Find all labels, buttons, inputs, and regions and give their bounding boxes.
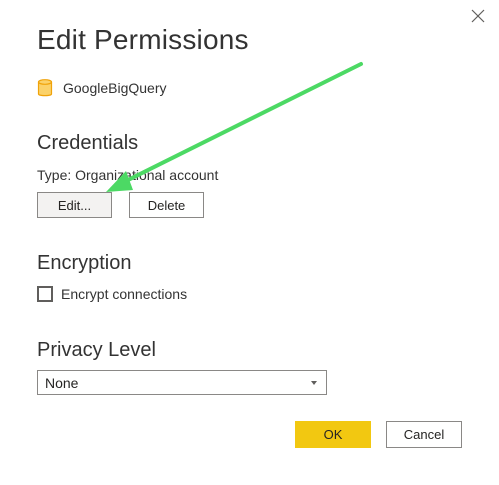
data-source-row: GoogleBigQuery [37, 77, 167, 99]
close-icon[interactable] [468, 6, 488, 26]
database-icon [37, 79, 53, 97]
ok-button[interactable]: OK [295, 421, 371, 448]
encrypt-connections-label: Encrypt connections [61, 286, 188, 302]
cancel-button[interactable]: Cancel [386, 421, 462, 448]
delete-credentials-button[interactable]: Delete [129, 192, 204, 218]
encryption-heading: Encryption [37, 252, 132, 274]
chevron-down-icon [311, 381, 317, 385]
data-source-name: GoogleBigQuery [63, 80, 167, 96]
privacy-level-value: None [45, 374, 79, 391]
encrypt-connections-checkbox[interactable] [37, 286, 53, 302]
edit-credentials-button[interactable]: Edit... [37, 192, 112, 218]
credential-type-text: Type: Organizational account [37, 167, 219, 183]
privacy-level-heading: Privacy Level [37, 339, 156, 361]
credentials-heading: Credentials [37, 132, 139, 154]
encrypt-connections-row[interactable]: Encrypt connections [37, 285, 187, 303]
annotation-arrow [106, 62, 363, 192]
edit-permissions-dialog: Edit Permissions GoogleBigQuery Credenti… [0, 0, 499, 485]
privacy-level-dropdown[interactable]: None [37, 370, 327, 395]
dialog-title: Edit Permissions [37, 24, 249, 55]
